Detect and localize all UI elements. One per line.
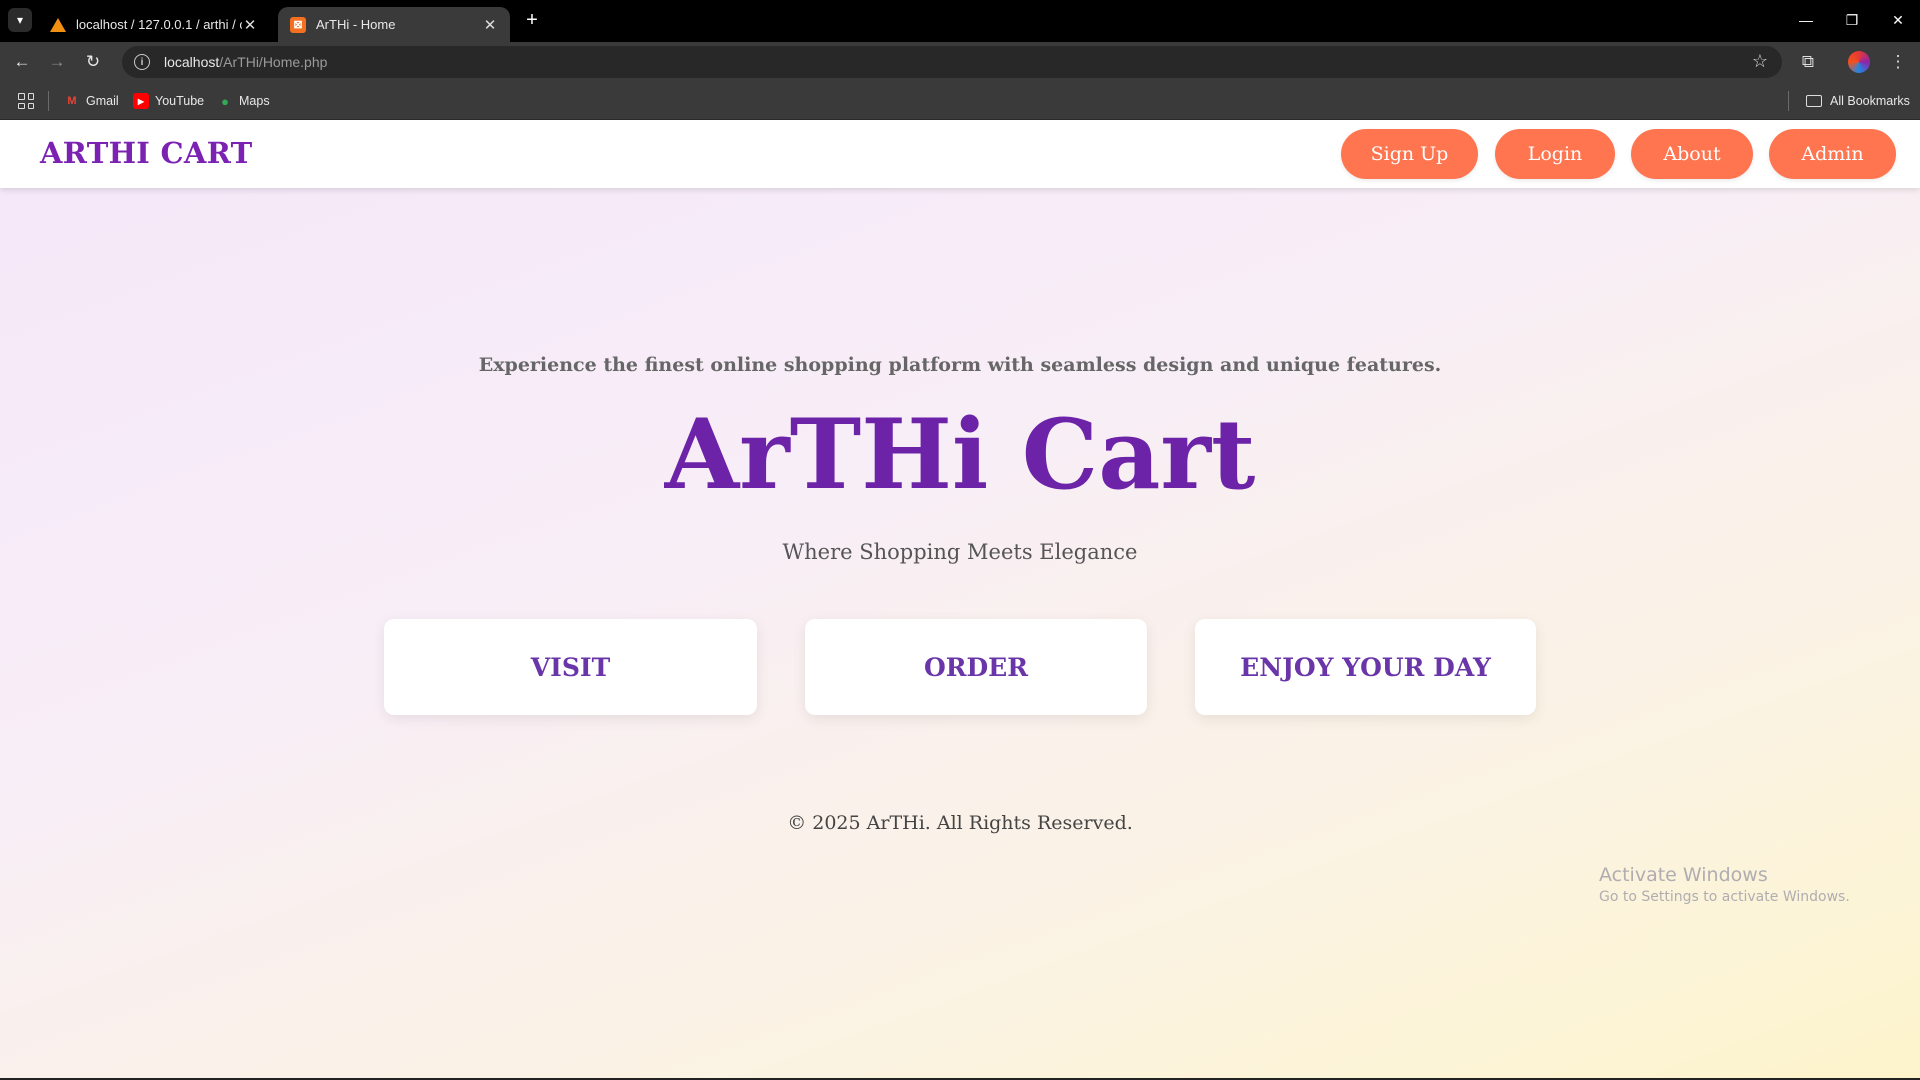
hero-subtitle: Where Shopping Meets Elegance: [782, 540, 1138, 564]
all-bookmarks-button[interactable]: All Bookmarks: [1806, 91, 1910, 111]
minimize-icon[interactable]: —: [1786, 8, 1826, 32]
tab-search-button[interactable]: ▾: [8, 8, 32, 32]
site-header: ARTHI CART Sign Up Login About Admin: [0, 120, 1920, 188]
tab-title: localhost / 127.0.0.1 / arthi / cu: [76, 17, 242, 32]
maps-icon: ●: [221, 93, 229, 109]
apps-icon[interactable]: [18, 93, 34, 109]
watermark-text: Go to Settings to activate Windows.: [1599, 889, 1850, 905]
windows-activation-watermark: Activate Windows Go to Settings to activ…: [1599, 864, 1850, 905]
site-info-icon[interactable]: i: [134, 54, 150, 70]
url-host: localhost: [164, 54, 220, 70]
visit-card[interactable]: VISIT: [384, 619, 757, 715]
bookmark-maps[interactable]: ● Maps: [217, 91, 270, 111]
browser-tab-strip: ▾ localhost / 127.0.0.1 / arthi / cu ✕ ⊠…: [0, 0, 1920, 42]
tab-arthi-home[interactable]: ⊠ ArTHi - Home ✕: [278, 7, 510, 42]
reload-icon[interactable]: ↻: [79, 48, 107, 76]
close-icon[interactable]: ✕: [482, 16, 498, 34]
bookmark-label: Gmail: [86, 94, 119, 108]
back-icon[interactable]: ←: [8, 48, 36, 76]
signup-button[interactable]: Sign Up: [1341, 129, 1478, 179]
window-close-icon[interactable]: ✕: [1878, 8, 1918, 32]
xampp-icon: ⊠: [290, 16, 306, 33]
hero-tagline: Experience the finest online shopping pl…: [478, 354, 1442, 376]
browser-menu-icon[interactable]: ⋮: [1884, 48, 1912, 76]
phpmyadmin-icon: [50, 17, 66, 33]
gmail-icon: M: [67, 95, 77, 107]
about-button[interactable]: About: [1631, 129, 1753, 179]
bookmark-gmail[interactable]: M Gmail: [64, 91, 119, 111]
order-card[interactable]: ORDER: [805, 619, 1147, 715]
url-path: /ArTHi/Home.php: [219, 54, 328, 70]
watermark-title: Activate Windows: [1599, 864, 1768, 886]
tab-phpmyadmin[interactable]: localhost / 127.0.0.1 / arthi / cu ✕: [38, 7, 270, 42]
login-button[interactable]: Login: [1495, 129, 1615, 179]
bookmark-label: YouTube: [155, 94, 205, 108]
youtube-icon: ▶: [133, 93, 149, 109]
profile-avatar[interactable]: [1848, 51, 1870, 73]
extensions-icon[interactable]: ⧉: [1794, 48, 1822, 76]
bookmarks-divider: [48, 91, 49, 111]
admin-button[interactable]: Admin: [1769, 129, 1896, 179]
bookmarks-divider: [1788, 91, 1789, 111]
footer-copyright: © 2025 ArTHi. All Rights Reserved.: [787, 812, 1133, 834]
folder-icon: [1806, 95, 1822, 107]
hero-title: ArTHi Cart: [664, 398, 1256, 511]
all-bookmarks-label: All Bookmarks: [1830, 94, 1910, 108]
restore-icon[interactable]: ❐: [1832, 8, 1872, 32]
bookmark-youtube[interactable]: ▶ YouTube: [133, 91, 204, 111]
address-bar[interactable]: i localhost/ArTHi/Home.php ☆: [122, 46, 1782, 78]
enjoy-your-day-card[interactable]: ENJOY YOUR DAY: [1195, 619, 1536, 715]
web-page: ARTHI CART Sign Up Login About Admin Exp…: [0, 120, 1920, 1078]
forward-icon[interactable]: →: [43, 48, 71, 76]
browser-toolbar: ← → ↻ i localhost/ArTHi/Home.php ☆ ⧉ ⋮: [0, 42, 1920, 82]
tab-title: ArTHi - Home: [316, 17, 396, 32]
site-logo[interactable]: ARTHI CART: [40, 136, 253, 170]
bookmark-star-icon[interactable]: ☆: [1752, 51, 1768, 72]
bookmarks-bar: M Gmail ▶ YouTube ● Maps All Bookmarks: [0, 82, 1920, 120]
url-text: localhost/ArTHi/Home.php: [164, 54, 327, 70]
close-icon[interactable]: ✕: [242, 16, 258, 34]
bookmark-label: Maps: [239, 94, 270, 108]
new-tab-button[interactable]: +: [520, 8, 544, 32]
